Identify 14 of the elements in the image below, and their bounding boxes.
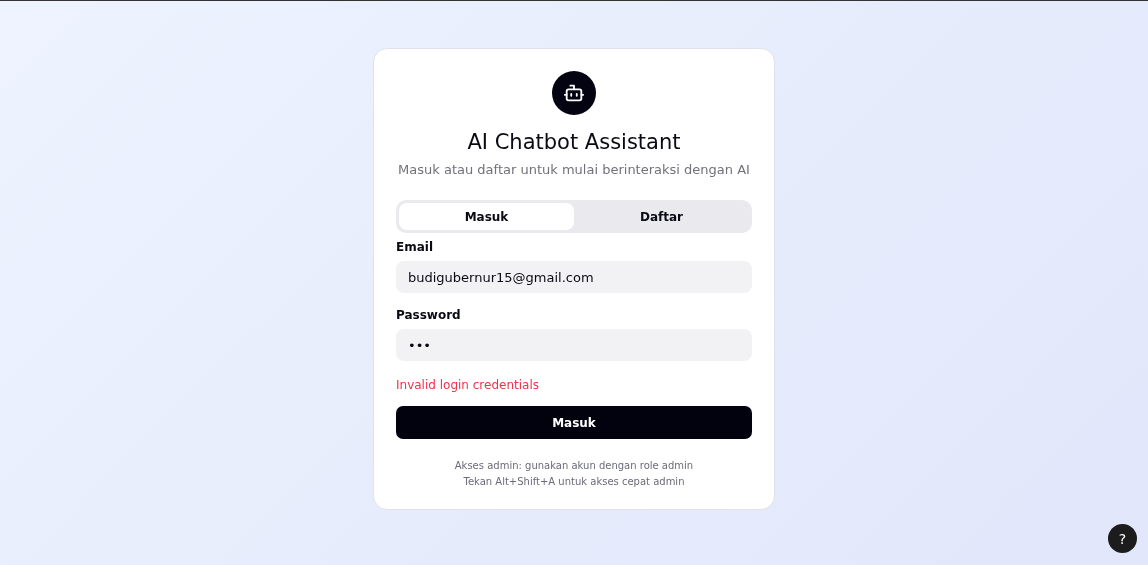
hint-text: Tekan Alt+Shift+A untuk akses cepat admin bbox=[463, 476, 685, 487]
help-button[interactable]: ? bbox=[1108, 524, 1137, 553]
tab[interactable]: Masuk bbox=[399, 203, 574, 230]
app-title: AI Chatbot Assistant bbox=[467, 130, 681, 154]
field-label: Password bbox=[396, 308, 461, 322]
hint-text: Akses admin: gunakan akun dengan role admin bbox=[454, 460, 694, 471]
error-message: Invalid login credentials bbox=[396, 378, 539, 392]
submit-button[interactable]: Masuk bbox=[396, 406, 752, 439]
field-label: Email bbox=[396, 240, 434, 254]
tab[interactable]: Daftar bbox=[574, 203, 749, 230]
input-field[interactable]: ••• bbox=[396, 329, 752, 361]
input-field[interactable]: budigubernur15@gmail.com bbox=[396, 261, 752, 293]
subtitle: Masuk atau daftar untuk mulai berinteraksi dengan AI bbox=[398, 162, 750, 177]
robot-icon bbox=[552, 71, 596, 115]
